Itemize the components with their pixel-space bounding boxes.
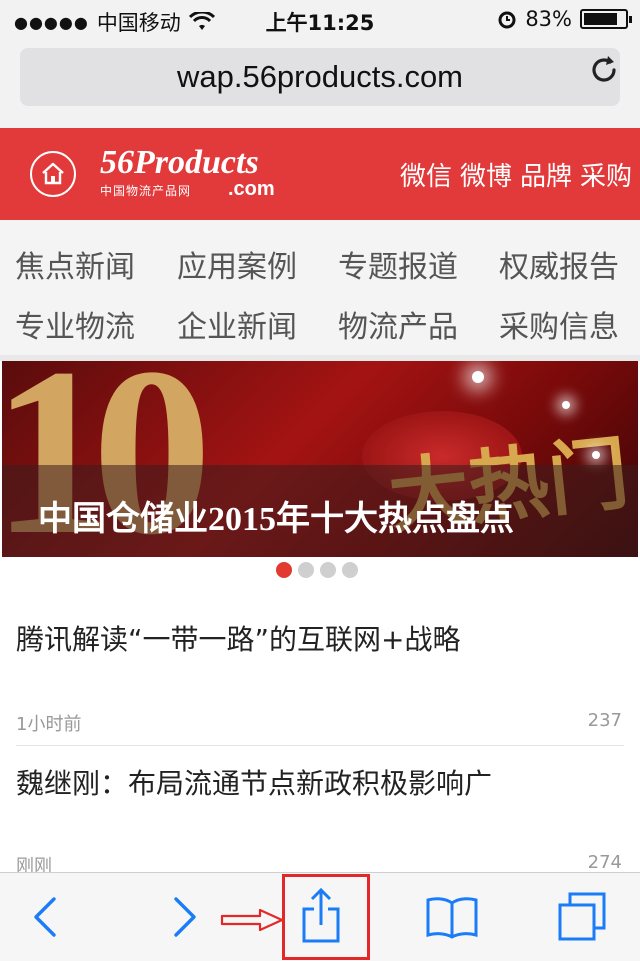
forward-icon[interactable] [170, 895, 200, 939]
alarm-icon [498, 11, 516, 29]
sparkle-icon [592, 451, 600, 459]
annotation-arrow-icon [220, 908, 284, 932]
nav-brand[interactable]: 品牌 [520, 156, 572, 193]
news-count: 274 [587, 852, 622, 873]
site-header: 56Products 中国物流产品网 .com 微信 微博 品牌 采购 [0, 128, 640, 220]
category-company-news[interactable]: 企业新闻 [177, 302, 297, 346]
reload-icon[interactable] [584, 50, 624, 90]
category-cases[interactable]: 应用案例 [177, 242, 297, 286]
pager-dot[interactable] [320, 562, 336, 578]
sparkle-icon [562, 401, 570, 409]
news-time: 1小时前 [16, 714, 82, 735]
banner-caption-bar: 中国仓储业2015年十大热点盘点 [2, 465, 638, 557]
banner-caption: 中国仓储业2015年十大热点盘点 [38, 501, 514, 538]
pager-dot[interactable] [298, 562, 314, 578]
address-bar-area: wap.56products.com [0, 40, 640, 129]
sparkle-icon [472, 371, 484, 383]
battery-percent: 83% [525, 7, 572, 31]
news-count: 237 [587, 710, 622, 731]
status-bar: ●●●●● 中国移动 上午11:25 83% [0, 0, 640, 40]
nav-wechat[interactable]: 微信 [400, 156, 452, 193]
nav-purchase[interactable]: 采购 [580, 156, 632, 193]
category-special[interactable]: 专题报道 [338, 242, 458, 286]
back-icon[interactable] [30, 895, 60, 939]
news-title[interactable]: 腾讯解读“一带一路”的互联网+战略 [16, 618, 460, 658]
pager-dot[interactable] [342, 562, 358, 578]
category-grid: 焦点新闻 应用案例 专题报道 权威报告 专业物流 企业新闻 物流产品 采购信息 [0, 220, 640, 355]
banner-carousel[interactable]: 10 大热门 中国仓储业2015年十大热点盘点 [2, 361, 638, 557]
battery-fill [584, 13, 618, 25]
category-logistics[interactable]: 专业物流 [15, 302, 135, 346]
status-right: 83% [497, 7, 632, 31]
header-nav: 微信 微博 品牌 采购 [400, 156, 632, 193]
logo-com: .com [228, 178, 275, 200]
url-text: wap.56products.com [176, 59, 464, 94]
carousel-pager[interactable] [276, 562, 358, 578]
category-reports[interactable]: 权威报告 [499, 242, 619, 286]
pager-dot[interactable] [276, 562, 292, 578]
battery-icon [580, 9, 632, 29]
home-icon [42, 162, 64, 185]
battery-nub [629, 16, 632, 23]
address-bar[interactable]: wap.56products.com [20, 48, 620, 106]
logo-main: 56Products [100, 144, 259, 181]
site-logo[interactable]: 56Products 中国物流产品网 .com [100, 144, 275, 201]
category-focus-news[interactable]: 焦点新闻 [15, 242, 135, 286]
tabs-icon[interactable] [556, 891, 608, 943]
nav-weibo[interactable]: 微博 [460, 156, 512, 193]
category-products[interactable]: 物流产品 [338, 302, 458, 346]
home-button[interactable] [30, 151, 76, 197]
list-divider [16, 745, 624, 746]
annotation-highlight-box [282, 874, 370, 960]
news-title[interactable]: 魏继刚：布局流通节点新政积极影响广 [16, 762, 492, 802]
category-purchase-info[interactable]: 采购信息 [499, 302, 619, 346]
bookmarks-icon[interactable] [425, 895, 479, 941]
